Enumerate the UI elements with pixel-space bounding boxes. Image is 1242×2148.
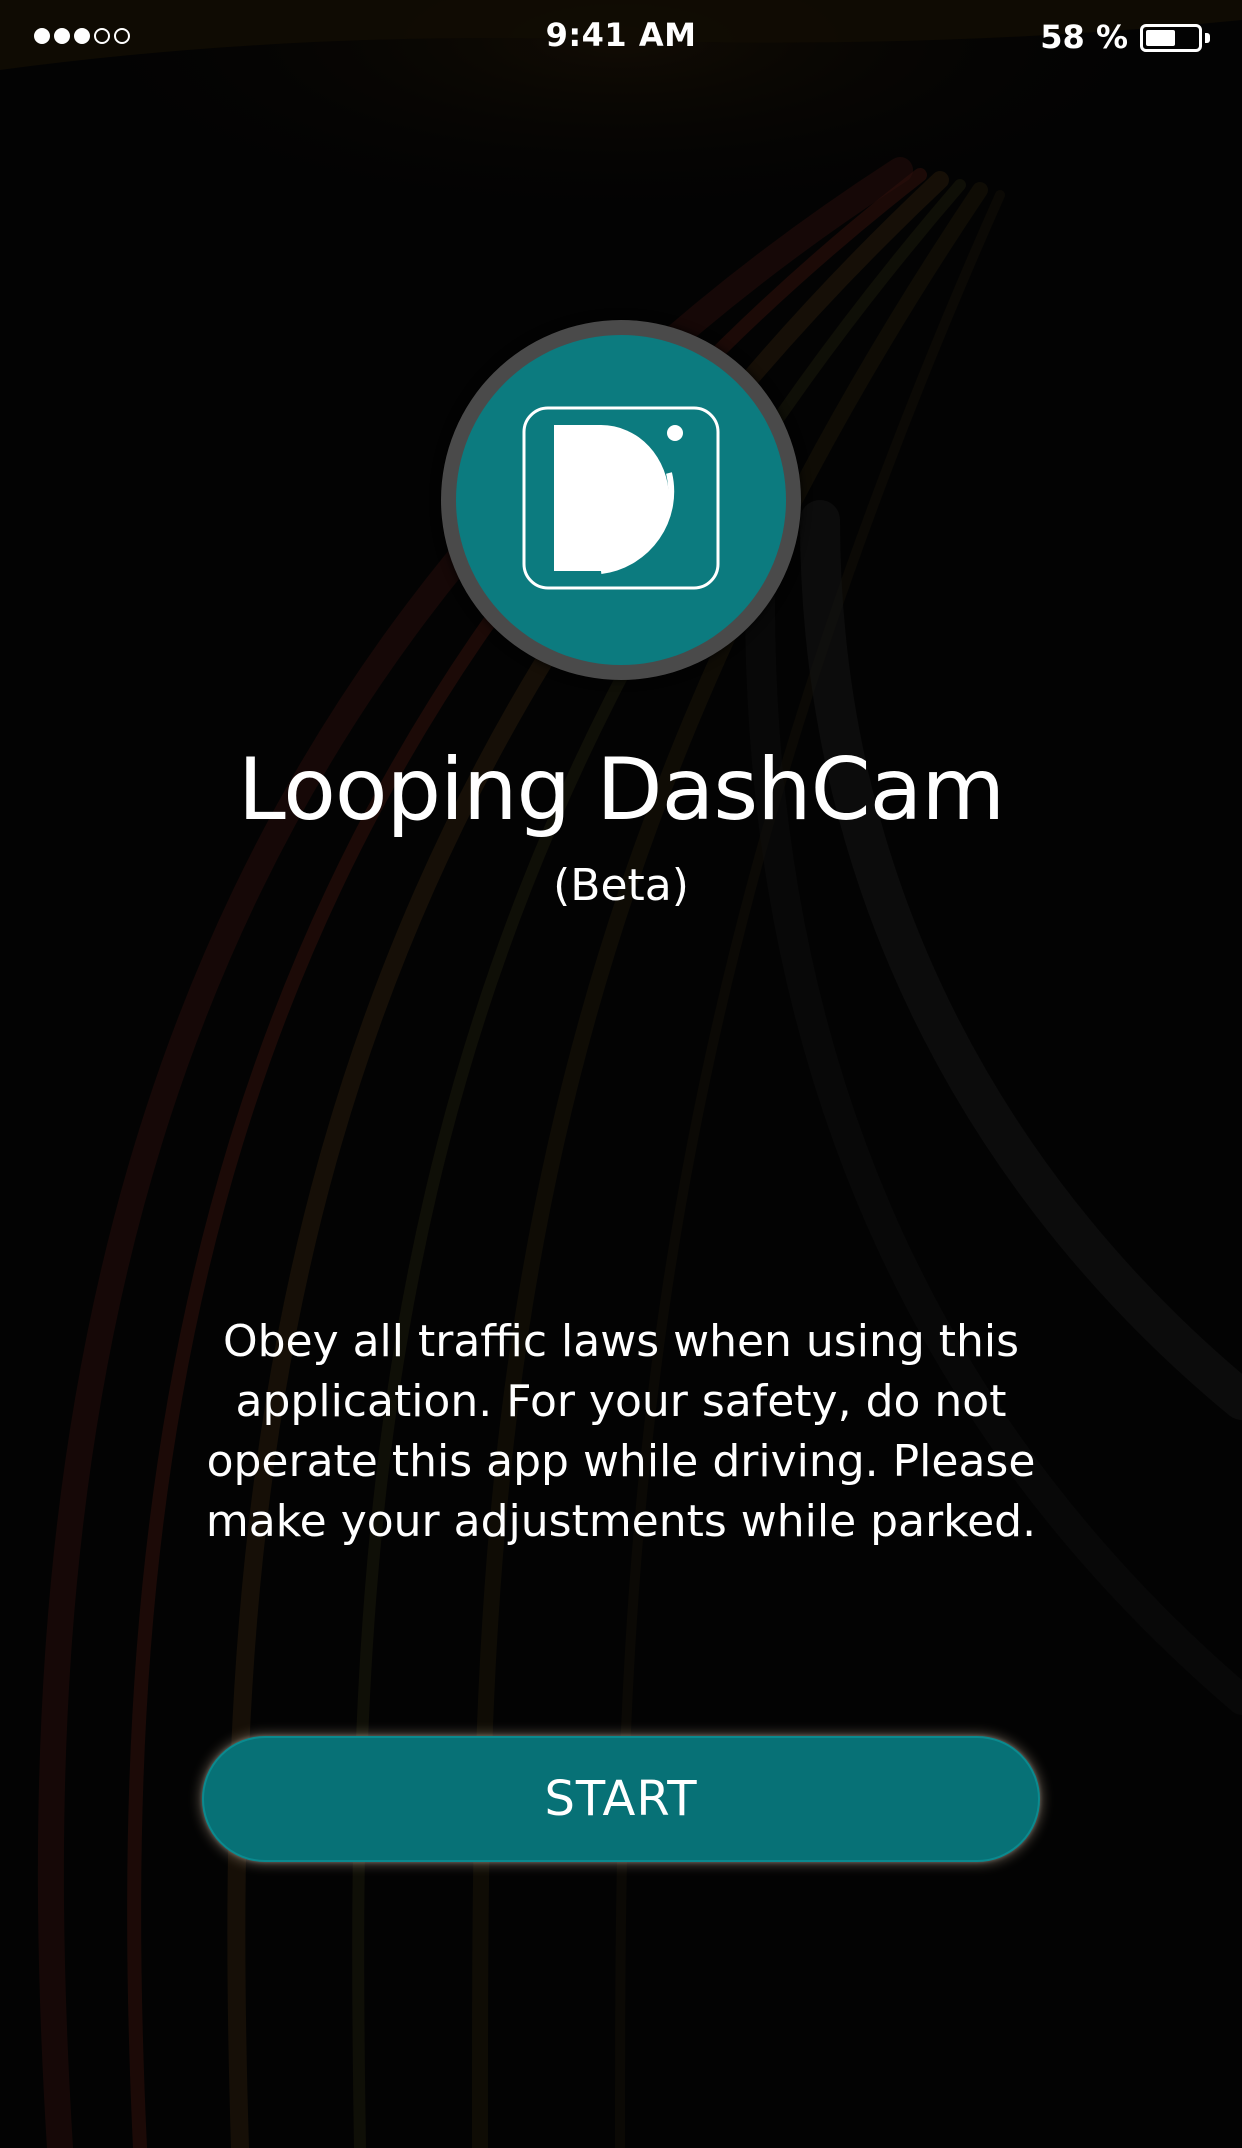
safety-disclaimer: Obey all traffic laws when using this ap… [205,1316,1037,1547]
dashcam-d-logo-icon [522,406,720,590]
start-button[interactable]: START [202,1736,1040,1862]
status-bar: 9:41 AM 58 % [0,0,1242,80]
app-title: Looping DashCam [237,740,1005,840]
battery-icon [1140,24,1202,52]
battery-tip [1205,33,1210,43]
battery-level-fill [1146,30,1175,46]
battery-percentage: 58 % [1040,18,1128,56]
app-subtitle: (Beta) [553,860,689,911]
welcome-screen: 9:41 AM 58 % Looping DashCam (Beta) Obey… [0,0,1242,2148]
